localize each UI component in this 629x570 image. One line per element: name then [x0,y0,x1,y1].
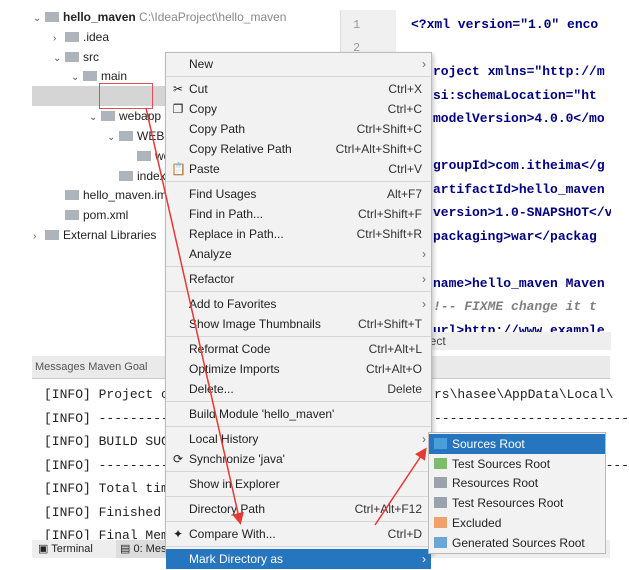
annotation-arrows [145,107,427,526]
arrow-to-sources-root [374,447,427,526]
arrow-to-mark-directory [145,107,244,525]
